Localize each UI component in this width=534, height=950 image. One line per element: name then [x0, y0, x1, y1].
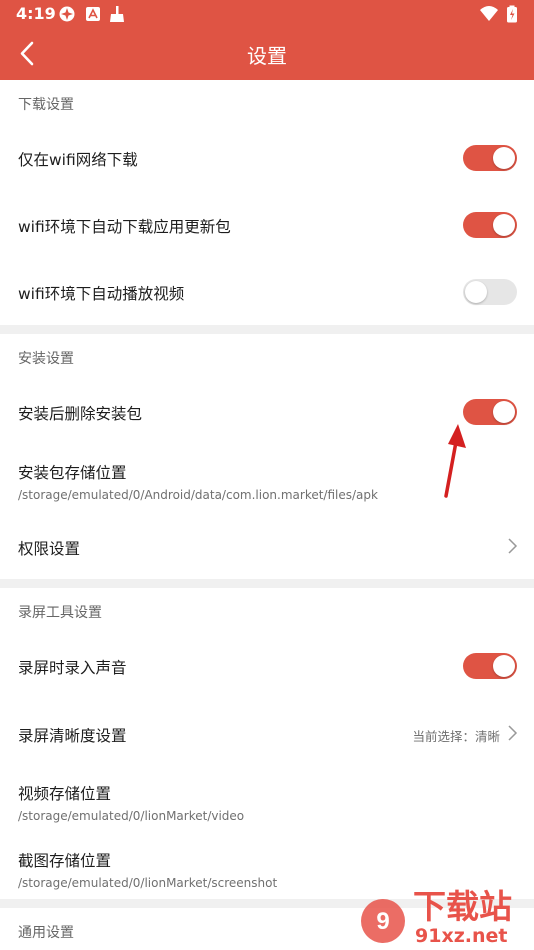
svg-text:9: 9: [376, 908, 389, 935]
toolbar: 设置: [0, 28, 534, 80]
page-title: 设置: [247, 44, 287, 68]
section-header-download: 下载设置: [18, 97, 74, 113]
setting-label-record-audio: 录屏时录入声音: [18, 659, 127, 677]
clarity-current-value: 当前选择：清晰: [412, 729, 500, 744]
setting-label-permissions[interactable]: 权限设置: [18, 537, 80, 559]
app-bar: 4:19 设置: [0, 0, 534, 80]
toggle-delete-after-install[interactable]: [463, 399, 517, 425]
chevron-right-icon[interactable]: [506, 537, 518, 555]
watermark-brand: 下载站: [413, 887, 512, 926]
status-time: 4:19: [16, 4, 56, 23]
toggle-knob: [493, 655, 515, 677]
vpn-icon: [59, 6, 75, 22]
toggle-wifi-autoplay[interactable]: [463, 279, 517, 305]
setting-label-wifi-auto-update: wifi环境下自动下载应用更新包: [18, 218, 231, 236]
section-divider: [0, 325, 534, 334]
battery-icon: [507, 5, 517, 23]
storage-location-path: /storage/emulated/0/Android/data/com.lio…: [18, 488, 378, 502]
toggle-knob: [493, 401, 515, 423]
video-location-path: /storage/emulated/0/lionMarket/video: [18, 809, 245, 823]
wifi-icon: [479, 6, 498, 21]
setting-label-storage-location[interactable]: 安装包存储位置: [18, 461, 127, 483]
screenshot-location-path: /storage/emulated/0/lionMarket/screensho…: [18, 876, 278, 890]
toggle-record-audio[interactable]: [463, 653, 517, 679]
annotation-arrow-icon: [444, 424, 466, 498]
toggle-wifi-auto-update[interactable]: [463, 212, 517, 238]
status-bar: 4:19: [0, 0, 534, 28]
setting-label-screenshot-location[interactable]: 截图存储位置: [18, 849, 111, 871]
section-header-recording: 录屏工具设置: [18, 605, 102, 621]
section-divider: [0, 579, 534, 588]
toggle-knob: [493, 147, 515, 169]
cleaner-icon: [110, 6, 124, 22]
chevron-right-icon[interactable]: [506, 724, 518, 742]
setting-label-wifi-autoplay: wifi环境下自动播放视频: [18, 285, 185, 303]
setting-label-video-location[interactable]: 视频存储位置: [18, 782, 111, 804]
section-header-general: 通用设置: [18, 925, 74, 941]
section-header-install: 安装设置: [18, 351, 74, 367]
toggle-knob: [493, 214, 515, 236]
toggle-knob: [465, 281, 487, 303]
watermark-domain: 91xz.net: [415, 925, 508, 947]
app-notification-icon: [86, 7, 100, 21]
status-right: [479, 5, 518, 24]
setting-label-wifi-only: 仅在wifi网络下载: [18, 151, 138, 169]
watermark: 9 下载站 91xz.net: [357, 887, 532, 950]
toggle-wifi-only[interactable]: [463, 145, 517, 171]
setting-label-delete-after-install: 安装后删除安装包: [18, 405, 143, 423]
setting-label-clarity[interactable]: 录屏清晰度设置: [18, 724, 127, 746]
